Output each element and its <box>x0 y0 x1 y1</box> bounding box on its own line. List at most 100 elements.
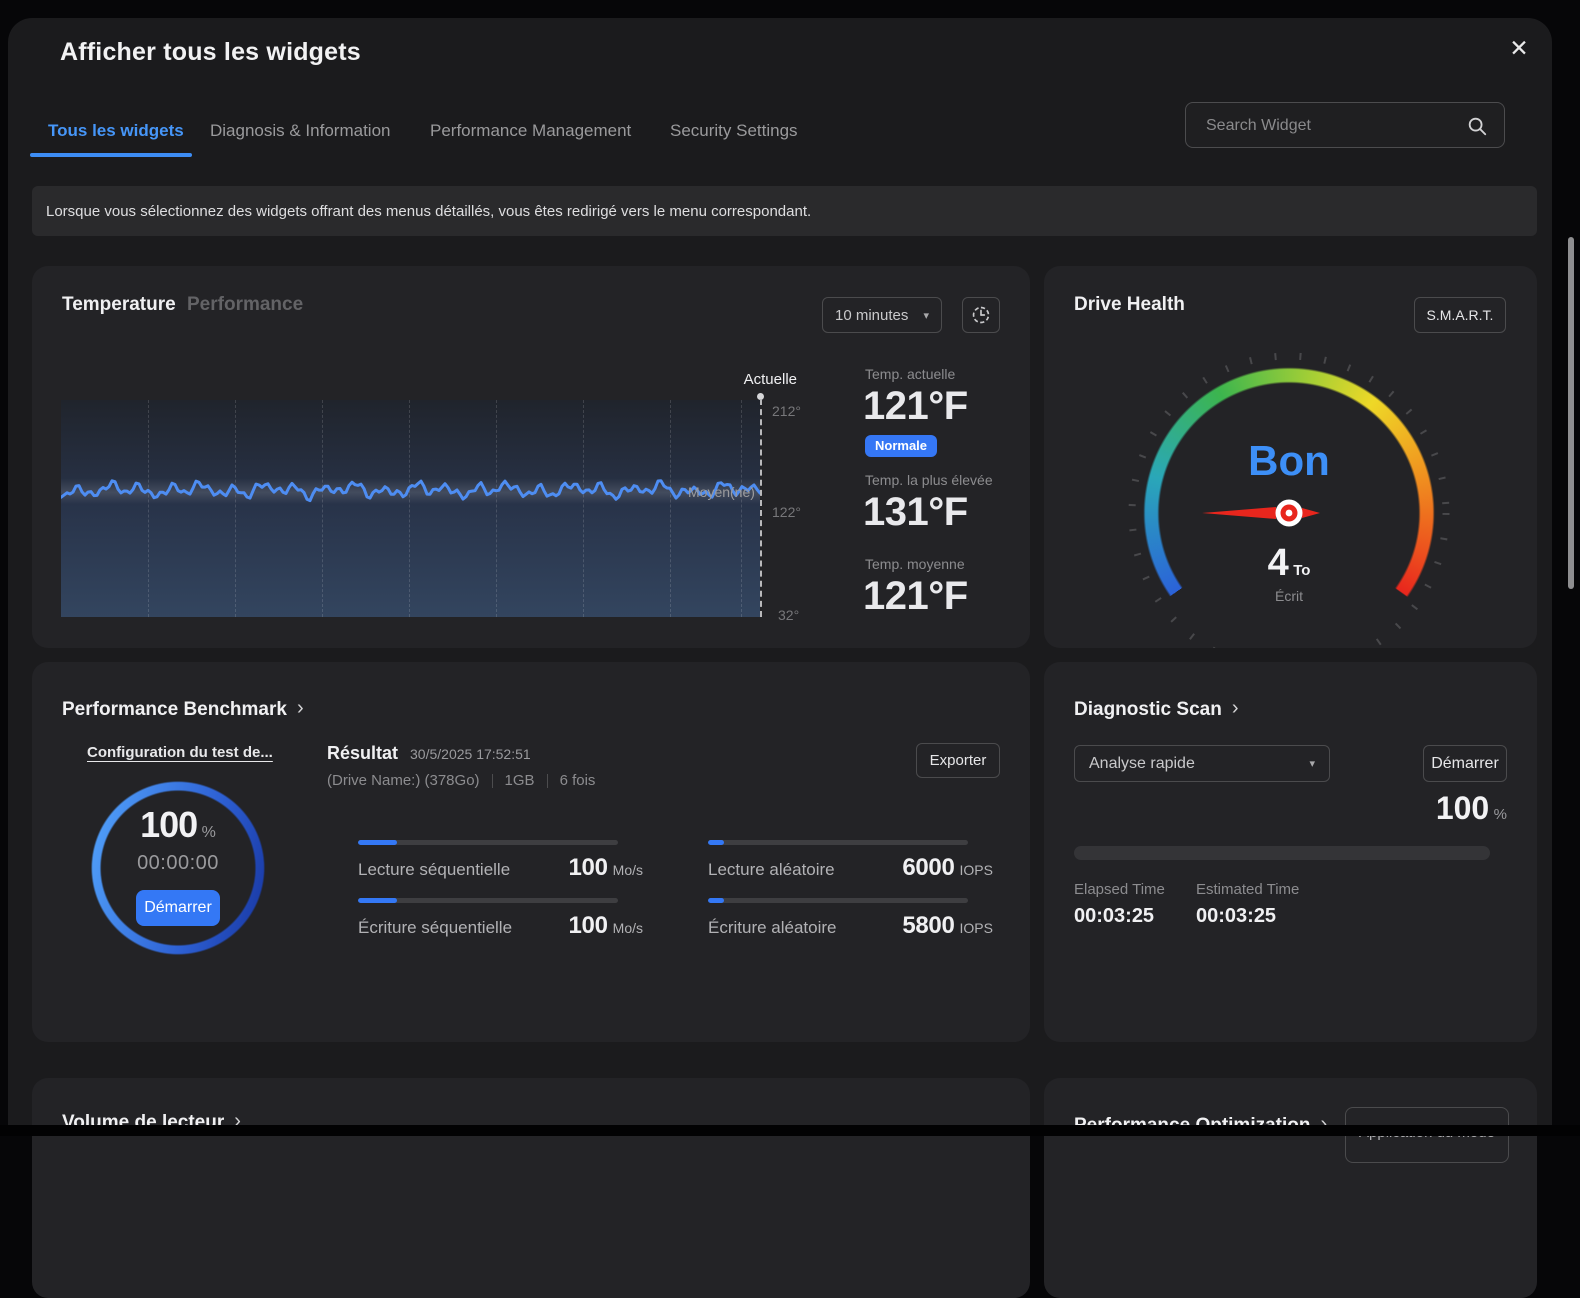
interval-select[interactable]: 10 minutes ▾ <box>822 297 942 333</box>
metric-label: Écriture séquentielle <box>358 918 512 938</box>
benchmark-progress-circle: 100 % 00:00:00 Démarrer <box>90 780 266 956</box>
current-temp-value: 121°F <box>863 384 968 429</box>
metric-label: Écriture aléatoire <box>708 918 837 938</box>
benchmark-title-row[interactable]: Performance Benchmark › <box>62 698 304 721</box>
metric-unit: IOPS <box>960 920 993 936</box>
search-input[interactable] <box>1204 103 1458 149</box>
result-drive-info: (Drive Name:) (378Go) <box>327 772 480 789</box>
info-banner: Lorsque vous sélectionnez des widgets of… <box>32 186 1537 236</box>
export-button[interactable]: Exporter <box>916 743 1000 778</box>
axis-tick-122: 122° <box>772 504 801 520</box>
tab-security-settings[interactable]: Security Settings <box>670 121 798 141</box>
metric-unit: IOPS <box>960 862 993 878</box>
widgets-modal: Afficher tous les widgets ✕ Tous les wid… <box>8 18 1552 1136</box>
page-title: Afficher tous les widgets <box>60 38 361 67</box>
metric-value: 100 <box>569 854 608 882</box>
temperature-widget: Temperature Performance 10 minutes ▾ <box>32 266 1030 648</box>
diagnostic-title-row[interactable]: Diagnostic Scan › <box>1074 698 1239 721</box>
metric-label: Lecture séquentielle <box>358 860 510 880</box>
metric-seq-read: Lecture séquentielle 100 Mo/s <box>358 840 643 882</box>
metric-bar-fill <box>358 898 397 903</box>
axis-tick-212: 212° <box>772 403 801 419</box>
vertical-scrollbar-thumb[interactable] <box>1568 237 1574 589</box>
scan-mode-value: Analyse rapide <box>1089 755 1195 773</box>
active-tab-underline <box>30 153 192 157</box>
estimated-time-value: 00:03:25 <box>1196 905 1276 928</box>
axis-tick-32: 32° <box>778 607 799 623</box>
bottom-edge <box>0 1125 1580 1136</box>
history-clock-button[interactable] <box>962 297 1000 333</box>
estimated-time-label: Estimated Time <box>1196 881 1299 898</box>
metric-value: 6000 <box>902 854 954 882</box>
diagnostic-progress: 100 % <box>1324 790 1507 827</box>
close-icon[interactable]: ✕ <box>1502 31 1536 65</box>
benchmark-progress: 100 % <box>90 804 266 846</box>
benchmark-start-button[interactable]: Démarrer <box>136 890 220 926</box>
info-banner-text: Lorsque vous sélectionnez des widgets of… <box>46 203 811 220</box>
result-date: 30/5/2025 17:52:51 <box>410 746 531 762</box>
written-unit: To <box>1293 562 1310 579</box>
metric-bar <box>708 840 968 845</box>
metric-unit: Mo/s <box>613 920 643 936</box>
written-label: Écrit <box>1209 588 1369 604</box>
benchmark-progress-value: 100 <box>140 804 197 845</box>
average-temp-label: Temp. moyenne <box>865 556 965 572</box>
tab-diagnosis-information[interactable]: Diagnosis & Information <box>210 121 390 141</box>
temp-status-badge: Normale <box>865 435 937 457</box>
drive-health-title: Drive Health <box>1074 294 1185 316</box>
metric-value: 5800 <box>902 912 954 940</box>
benchmark-config-link[interactable]: Configuration du test de... <box>87 744 273 761</box>
result-drive-info-row: (Drive Name:) (378Go) 1GB 6 fois <box>327 772 595 789</box>
caret-down-icon: ▾ <box>923 309 929 322</box>
diagnostic-start-button[interactable]: Démarrer <box>1423 745 1507 782</box>
benchmark-progress-percent: % <box>202 824 216 841</box>
elapsed-time-value: 00:03:25 <box>1074 905 1154 928</box>
written-value: 4 <box>1268 542 1289 584</box>
interval-value: 10 minutes <box>835 307 908 324</box>
tab-tous-les-widgets[interactable]: Tous les widgets <box>48 121 184 141</box>
metric-rand-write: Écriture aléatoire 5800 IOPS <box>708 898 993 940</box>
metric-bar-fill <box>708 840 724 845</box>
diagnostic-progress-percent: % <box>1494 806 1507 823</box>
scan-mode-select[interactable]: Analyse rapide ▾ <box>1074 745 1330 782</box>
series-label: Moyen(ne) <box>688 484 755 500</box>
temperature-title[interactable]: Temperature <box>62 294 176 316</box>
highest-temp-value: 131°F <box>863 490 968 535</box>
highest-temp-label: Temp. la plus élevée <box>865 472 993 488</box>
result-header: Résultat 30/5/2025 17:52:51 <box>327 743 531 764</box>
clock-icon <box>971 305 991 325</box>
benchmark-elapsed: 00:00:00 <box>90 852 266 875</box>
screen: { "modal": { "title": "Afficher tous les… <box>0 0 1580 1136</box>
metric-bar-fill <box>358 840 397 845</box>
marker-line <box>760 399 762 617</box>
marker-label: Actuelle <box>697 371 797 388</box>
metric-bar <box>358 898 618 903</box>
separator <box>547 774 548 788</box>
metric-bar <box>708 898 968 903</box>
metric-unit: Mo/s <box>613 862 643 878</box>
chevron-right-icon: › <box>297 697 304 720</box>
drive-health-widget: Drive Health S.M.A.R.T. Bon 4 To Écrit <box>1044 266 1537 648</box>
result-test-count: 6 fois <box>560 772 596 789</box>
caret-down-icon: ▾ <box>1309 757 1315 770</box>
metric-label: Lecture aléatoire <box>708 860 835 880</box>
tab-performance-management[interactable]: Performance Management <box>430 121 631 141</box>
result-label: Résultat <box>327 743 398 764</box>
metric-bar <box>358 840 618 845</box>
search-widget-box <box>1185 102 1505 148</box>
separator <box>492 774 493 788</box>
average-temp-value: 121°F <box>863 574 968 619</box>
metric-seq-write: Écriture séquentielle 100 Mo/s <box>358 898 643 940</box>
metric-rand-read: Lecture aléatoire 6000 IOPS <box>708 840 993 882</box>
smart-button[interactable]: S.M.A.R.T. <box>1414 297 1506 333</box>
metric-value: 100 <box>569 912 608 940</box>
diagnostic-progress-bar <box>1074 846 1490 860</box>
metric-bar-fill <box>708 898 724 903</box>
search-icon[interactable] <box>1466 115 1488 137</box>
temperature-chart: Moyen(ne) <box>61 400 760 617</box>
elapsed-time-label: Elapsed Time <box>1074 881 1165 898</box>
temperature-performance-tab[interactable]: Performance <box>187 294 303 316</box>
diagnostic-scan-widget: Diagnostic Scan › Analyse rapide ▾ Démar… <box>1044 662 1537 1042</box>
temp-status-text: Normale <box>865 435 937 457</box>
chevron-right-icon: › <box>1232 697 1239 720</box>
